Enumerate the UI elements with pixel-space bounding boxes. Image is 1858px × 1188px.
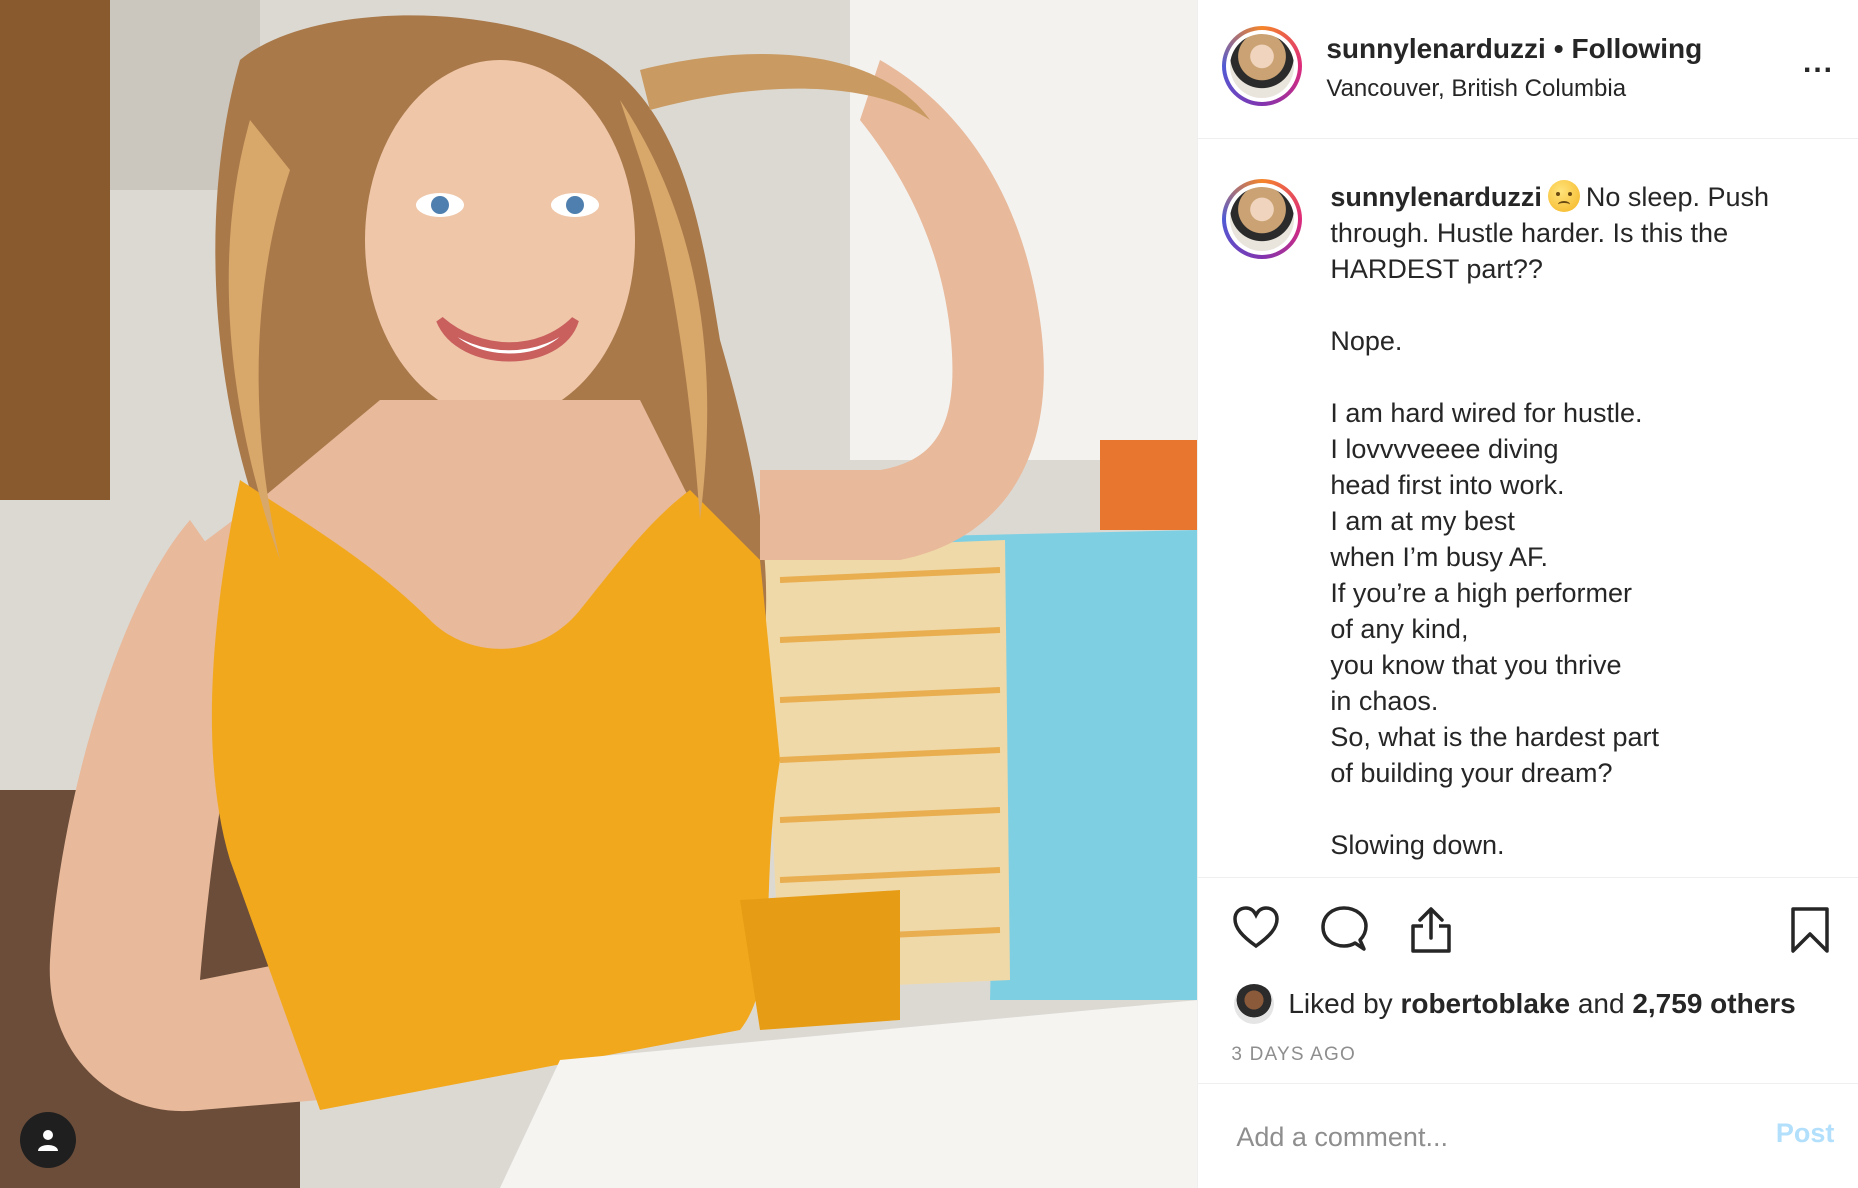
bookmark-icon[interactable] xyxy=(1790,906,1830,959)
person-icon xyxy=(38,1130,58,1151)
post-photo[interactable] xyxy=(0,0,1198,1188)
post-timestamp-row: 3 DAYS AGO xyxy=(1198,1034,1858,1090)
comment-box: Post xyxy=(1198,1083,1858,1188)
liker-username[interactable]: robertoblake xyxy=(1400,988,1570,1019)
tagged-users-button[interactable] xyxy=(20,1112,76,1168)
sad-face-emoji-icon xyxy=(1547,180,1580,212)
post-comment-button[interactable]: Post xyxy=(1776,1118,1835,1149)
post-caption: sunnylenarduzzi No sleep. Push through. H… xyxy=(1330,179,1830,863)
likes-prefix: Liked by xyxy=(1288,988,1393,1019)
instagram-post: sunnylenarduzzi • Following Vancouver, Bri… xyxy=(0,0,1858,1188)
comment-icon[interactable] xyxy=(1320,906,1369,957)
likes-summary: Liked by robertoblake and 2,759 others xyxy=(1288,988,1795,1020)
caption-username[interactable]: sunnylenarduzzi xyxy=(1330,182,1542,212)
share-icon[interactable] xyxy=(1408,906,1454,959)
caption-author-avatar[interactable] xyxy=(1222,179,1303,259)
caption-area[interactable]: sunnylenarduzzi No sleep. Push through. H… xyxy=(1198,139,1858,878)
post-timestamp[interactable]: 3 DAYS AGO xyxy=(1231,1044,1356,1066)
likes-conjunction: and xyxy=(1577,988,1625,1019)
likes-row: Liked by robertoblake and 2,759 others xyxy=(1198,978,1858,1034)
heart-icon[interactable] xyxy=(1232,906,1280,955)
post-side-panel: sunnylenarduzzi • Following Vancouver, Bri… xyxy=(1197,0,1858,1188)
comment-input[interactable] xyxy=(1234,1114,1719,1160)
header-username-row: sunnylenarduzzi • Following xyxy=(1326,33,1702,65)
post-header: sunnylenarduzzi • Following Vancouver, Bri… xyxy=(1198,0,1858,139)
separator-dot: • xyxy=(1553,33,1564,64)
likes-others-count[interactable]: 2,759 others xyxy=(1632,988,1795,1019)
following-button[interactable]: Following xyxy=(1572,33,1703,64)
photo-scene xyxy=(0,0,1198,1188)
author-avatar[interactable] xyxy=(1222,26,1303,106)
author-username[interactable]: sunnylenarduzzi xyxy=(1326,33,1545,64)
liker-avatar[interactable] xyxy=(1234,984,1275,1024)
post-location[interactable]: Vancouver, British Columbia xyxy=(1326,75,1626,103)
action-bar xyxy=(1198,878,1858,978)
more-options-icon[interactable]: ... xyxy=(1803,46,1834,80)
caption-text: No sleep. Push through. Hustle harder. I… xyxy=(1330,182,1769,860)
